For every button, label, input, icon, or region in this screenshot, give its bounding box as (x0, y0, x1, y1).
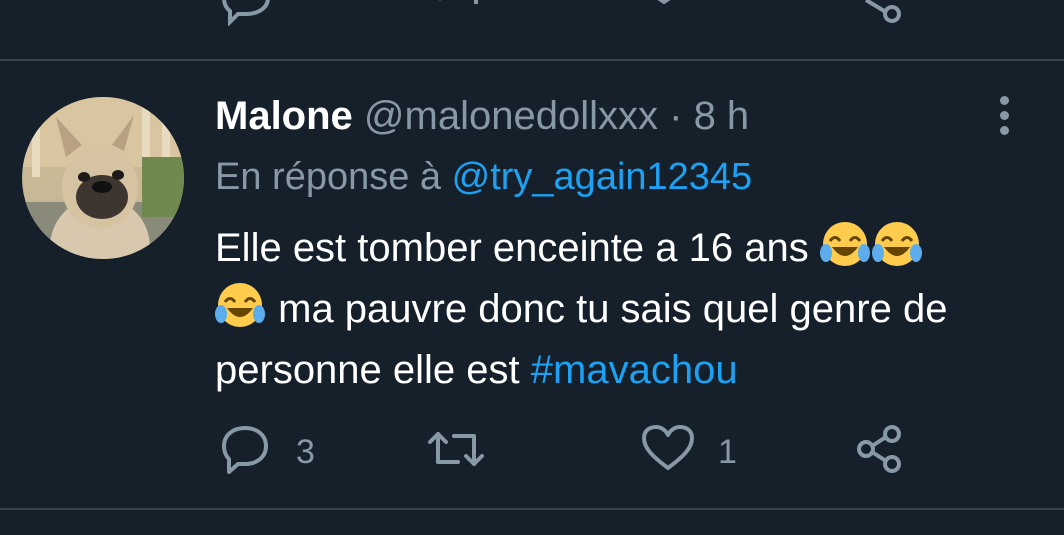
reply-icon[interactable] (220, 0, 272, 26)
author-handle[interactable]: @malonedollxxx (364, 94, 658, 138)
retweet-icon (428, 432, 484, 466)
reply-button[interactable]: 3 (220, 424, 330, 480)
separator-dot: · (669, 94, 683, 138)
tweet-header: Malone @malonedollxxx · 8 h (215, 92, 749, 140)
previous-tweet-actions (0, 0, 1064, 28)
divider-bottom (0, 508, 1064, 510)
like-count: 1 (718, 433, 737, 471)
avatar-image (22, 97, 184, 259)
text-segment: ma pauvre donc tu sais quel genre de (278, 287, 948, 331)
laughing-emoji-icon (819, 222, 870, 266)
reply-icon (222, 426, 268, 474)
like-button[interactable]: 1 (640, 424, 750, 480)
retweet-button[interactable] (426, 424, 536, 480)
laughing-emoji-icon (871, 222, 922, 266)
share-icon[interactable] (852, 0, 908, 26)
reply-context: En réponse à @try_again12345 (215, 153, 752, 201)
tweet-text-line: ma pauvre donc tu sais quel genre de (215, 279, 1045, 340)
like-icon (642, 425, 694, 470)
reply-prefix: En réponse à (215, 156, 442, 198)
tweet-text-line: Elle est tomber enceinte a 16 ans (215, 218, 1045, 279)
avatar[interactable] (22, 97, 184, 259)
text-segment: personne elle est (215, 348, 520, 392)
text-segment: Elle est tomber enceinte a 16 ans (215, 226, 809, 270)
author-name[interactable]: Malone (215, 94, 353, 138)
reply-count: 3 (296, 433, 315, 471)
timestamp[interactable]: 8 h (694, 94, 750, 138)
share-button[interactable] (852, 424, 912, 480)
more-options-icon[interactable] (990, 96, 1020, 136)
tweet-text-line: personne elle est #mavachou (215, 340, 1045, 401)
tweet-text: Elle est tomber enceinte a 16 ans ma pau… (215, 218, 1045, 401)
reply-mention-link[interactable]: @try_again12345 (452, 156, 753, 198)
like-icon[interactable] (636, 0, 692, 26)
divider-top (0, 59, 1064, 61)
laughing-emoji-icon (215, 283, 265, 327)
share-icon (857, 425, 901, 473)
retweet-icon[interactable] (428, 0, 488, 26)
hashtag-link[interactable]: #mavachou (531, 348, 738, 392)
